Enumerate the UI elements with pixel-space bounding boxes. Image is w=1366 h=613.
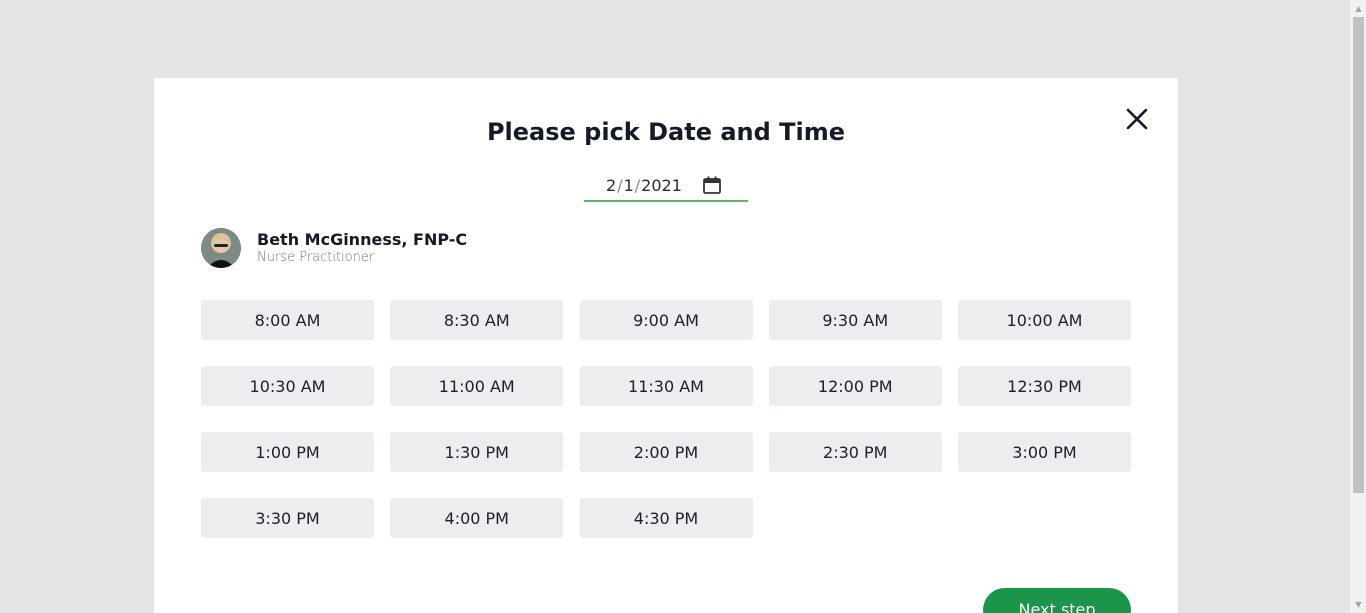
time-slot-grid: 8:00 AM 8:30 AM 9:00 AM 9:30 AM 10:00 AM… xyxy=(201,300,1131,538)
time-slot-button[interactable]: 3:00 PM xyxy=(958,432,1131,472)
scrollbar-thumb[interactable] xyxy=(1353,17,1364,493)
avatar xyxy=(201,228,241,268)
calendar-icon[interactable] xyxy=(702,175,722,195)
page: Please pick Date and Time 2 / 1 / 2021 B… xyxy=(0,0,1366,613)
time-slot-button[interactable]: 11:30 AM xyxy=(579,366,753,406)
time-slot-button[interactable]: 2:30 PM xyxy=(768,432,942,472)
time-slot-button[interactable]: 11:00 AM xyxy=(390,366,564,406)
time-slot-button[interactable]: 10:30 AM xyxy=(201,366,374,406)
date-day[interactable]: 1 xyxy=(624,176,634,195)
date-month[interactable]: 2 xyxy=(606,176,616,195)
date-year[interactable]: 2021 xyxy=(641,176,682,195)
time-slot-button[interactable]: 12:30 PM xyxy=(958,366,1131,406)
provider-name: Beth McGinness, FNP-C xyxy=(257,230,468,249)
date-separator: / xyxy=(617,175,623,195)
scroll-up-icon[interactable]: ▲ xyxy=(1350,0,1366,17)
time-slot-button[interactable]: 8:30 AM xyxy=(390,300,564,340)
time-slot-button[interactable]: 10:00 AM xyxy=(958,300,1131,340)
next-step-button[interactable]: Next step xyxy=(983,588,1131,613)
time-slot-button[interactable]: 8:00 AM xyxy=(201,300,374,340)
time-slot-button[interactable]: 1:00 PM xyxy=(201,432,374,472)
date-separator: / xyxy=(634,175,641,195)
date-input[interactable]: 2 / 1 / 2021 xyxy=(584,170,748,202)
time-slot-button[interactable]: 12:00 PM xyxy=(768,366,942,406)
time-slot-button[interactable]: 2:00 PM xyxy=(579,432,753,472)
time-slot-button[interactable]: 1:30 PM xyxy=(390,432,564,472)
provider-role: Nurse Practitioner xyxy=(257,250,375,265)
time-slot-button[interactable]: 4:30 PM xyxy=(579,498,753,538)
time-slot-button[interactable]: 4:00 PM xyxy=(390,498,564,538)
provider-info: Beth McGinness, FNP-C Nurse Practitioner xyxy=(201,228,467,268)
time-slot-button[interactable]: 9:00 AM xyxy=(579,300,753,340)
page-title: Please pick Date and Time xyxy=(486,118,846,146)
provider-text: Beth McGinness, FNP-C Nurse Practitioner xyxy=(257,230,467,266)
time-slot-button[interactable]: 9:30 AM xyxy=(768,300,942,340)
scroll-down-icon[interactable]: ▼ xyxy=(1350,596,1366,613)
vertical-scrollbar[interactable]: ▲ ▼ xyxy=(1349,0,1366,613)
date-time-modal: Please pick Date and Time 2 / 1 / 2021 B… xyxy=(154,78,1178,613)
time-slot-button[interactable]: 3:30 PM xyxy=(201,498,374,538)
